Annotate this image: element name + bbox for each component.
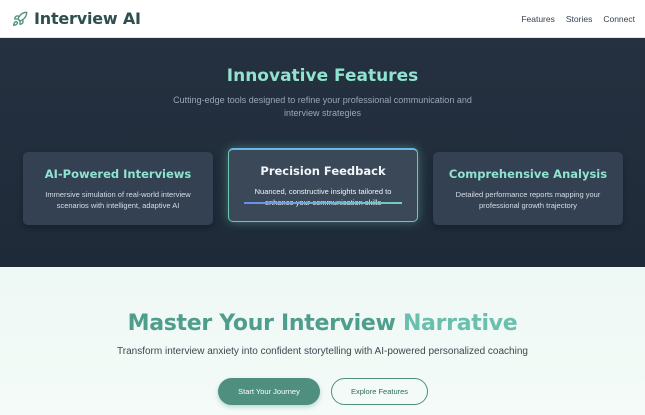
features-title: Innovative Features bbox=[226, 66, 419, 86]
main-nav: Features Stories Connect bbox=[521, 14, 635, 24]
site-header: Interview AI Features Stories Connect bbox=[0, 0, 645, 38]
feature-card-comprehensive-analysis[interactable]: Comprehensive Analysis Detailed performa… bbox=[433, 152, 623, 225]
hero-title-part2: Narrative bbox=[402, 311, 518, 336]
hero-title-part1: Master Your Interview bbox=[127, 311, 396, 336]
nav-link-features[interactable]: Features bbox=[521, 14, 555, 24]
features-section: Innovative Features Cutting-edge tools d… bbox=[0, 38, 645, 267]
rocket-icon bbox=[12, 11, 28, 27]
feature-card-title: Comprehensive Analysis bbox=[448, 167, 608, 181]
start-journey-button[interactable]: Start Your Journey bbox=[218, 378, 320, 405]
hero-subtitle: Transform interview anxiety into confide… bbox=[117, 346, 528, 357]
feature-card-precision-feedback[interactable]: Precision Feedback Nuanced, constructive… bbox=[228, 148, 418, 222]
feature-card-description: Nuanced, constructive insights tailored … bbox=[254, 187, 392, 207]
feature-card-ai-interviews[interactable]: AI-Powered Interviews Immersive simulati… bbox=[23, 152, 213, 225]
brand[interactable]: Interview AI bbox=[12, 9, 141, 28]
explore-features-button[interactable]: Explore Features bbox=[331, 378, 428, 405]
nav-link-connect[interactable]: Connect bbox=[603, 14, 635, 24]
hero-title: Master Your Interview Narrative bbox=[0, 311, 645, 336]
hero-section: Master Your Interview Narrative Transfor… bbox=[0, 267, 645, 415]
feature-card-description: Immersive simulation of real-world inter… bbox=[45, 190, 191, 210]
nav-link-stories[interactable]: Stories bbox=[566, 14, 592, 24]
features-subtitle: Cutting-edge tools designed to refine yo… bbox=[173, 95, 472, 118]
active-underline bbox=[244, 202, 402, 204]
feature-card-title: Precision Feedback bbox=[260, 164, 386, 178]
feature-card-description: Detailed performance reports mapping you… bbox=[455, 190, 601, 210]
brand-name: Interview AI bbox=[34, 9, 141, 28]
feature-card-title: AI-Powered Interviews bbox=[44, 167, 192, 181]
